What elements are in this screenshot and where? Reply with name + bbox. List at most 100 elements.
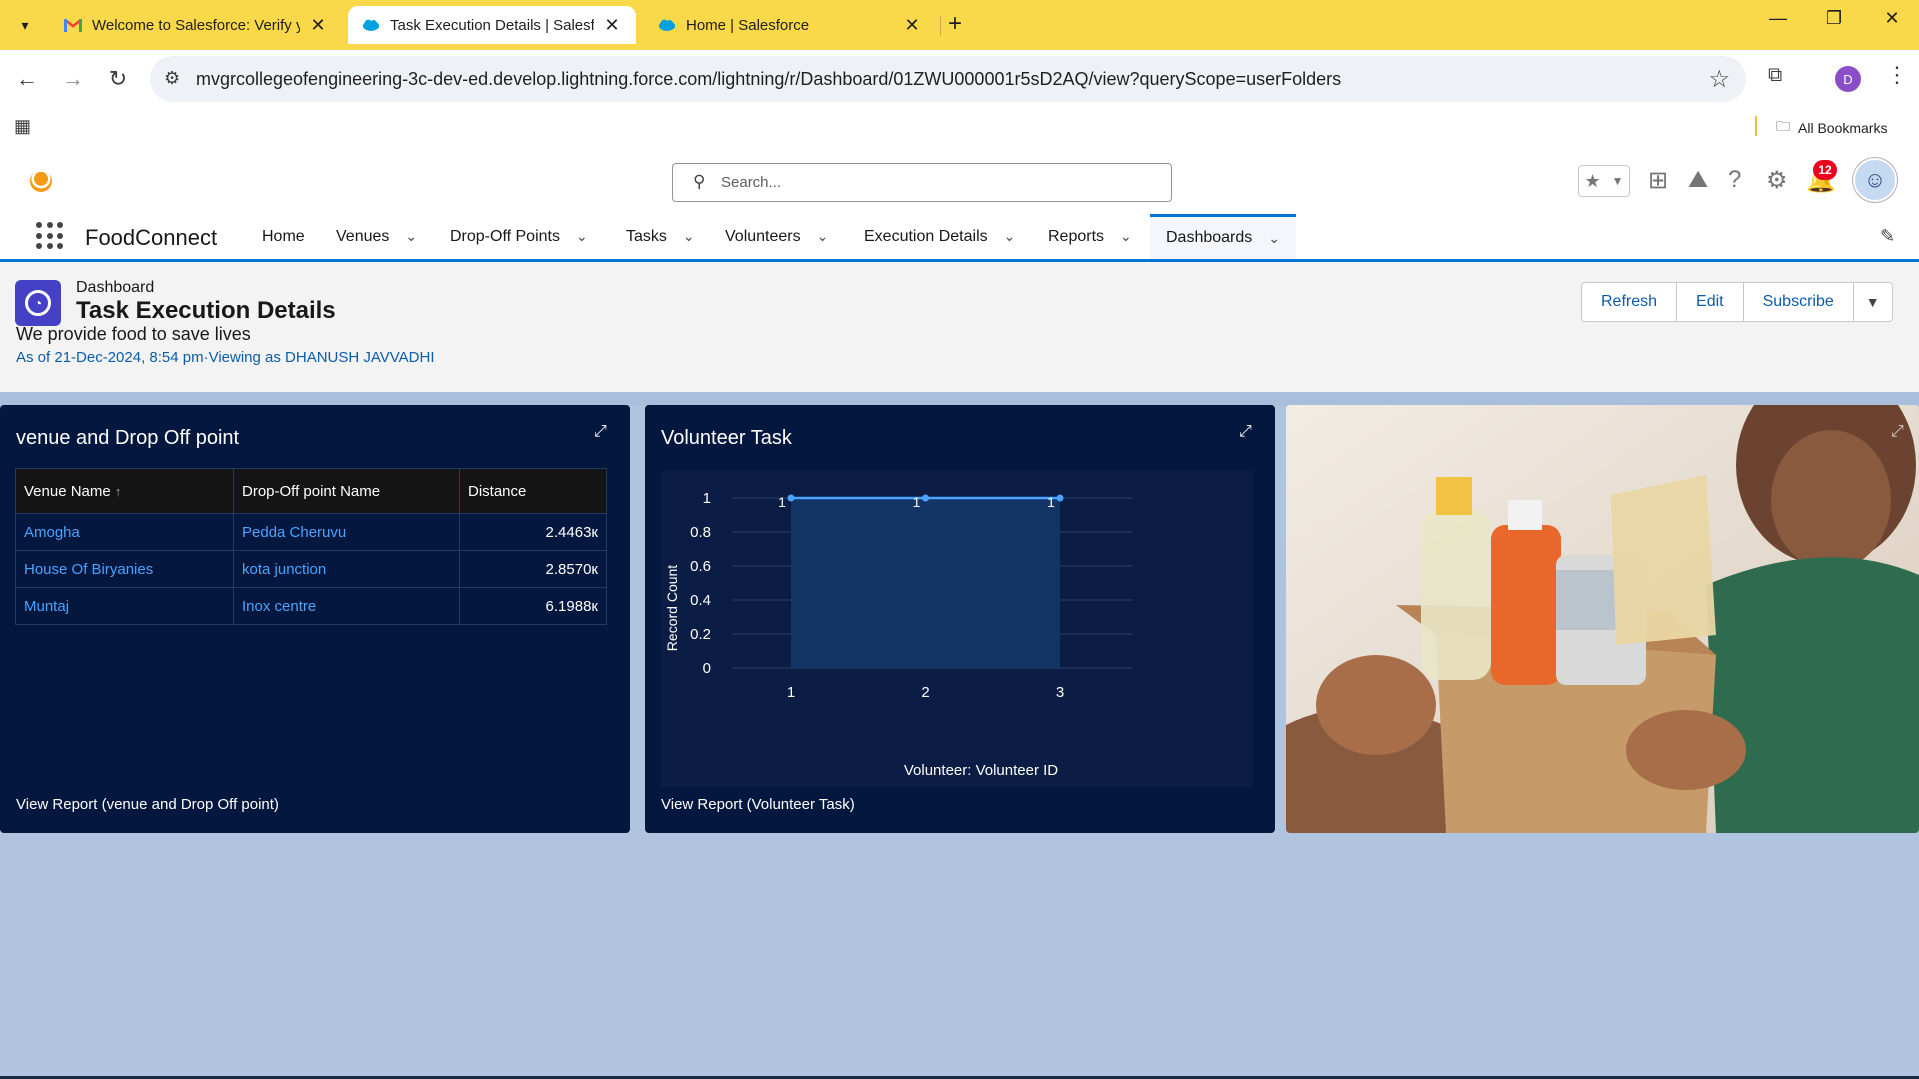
url-input[interactable]: ⚙ mvgrcollegeofengineering-3c-dev-ed.dev… [150, 56, 1746, 102]
all-bookmarks[interactable]: 🗀 All Bookmarks [1776, 116, 1887, 140]
chevron-down-icon[interactable]: ⌄ [405, 228, 417, 245]
tab-search-icon[interactable]: ▾ [12, 12, 38, 38]
notification-badge: 12 [1813, 160, 1837, 180]
expand-icon[interactable]: ⤢ [1239, 423, 1252, 441]
drop-off-link[interactable]: Pedda Cheruvu [233, 513, 460, 551]
back-icon[interactable]: ← [12, 64, 42, 94]
dashboard-meta: As of 21-Dec-2024, 8:54 pm·Viewing as DH… [16, 349, 435, 366]
window-close-icon[interactable]: ✕ [1872, 8, 1912, 29]
food-box-illustration [1286, 405, 1919, 833]
favorites-button[interactable]: ★ ▼ [1578, 165, 1630, 197]
expand-icon[interactable]: ⤢ [594, 423, 607, 441]
nav-drop-off-points[interactable]: Drop-Off Points ⌄ [450, 214, 588, 259]
sf-global-header: ⚲ Search... ★ ▼ ⊞ ⛰ ? ⚙ 🔔 12 ☺ [0, 142, 1919, 214]
venue-link[interactable]: House Of Biryanies [15, 550, 234, 588]
nav-execution-details[interactable]: Execution Details ⌄ [864, 214, 1015, 259]
dashboard-description: We provide food to save lives [16, 324, 251, 344]
drop-off-link[interactable]: Inox centre [233, 587, 460, 625]
address-bar: ← → ↻ ⚙ mvgrcollegeofengineering-3c-dev-… [0, 50, 1919, 108]
nav-label: Volunteers [725, 227, 801, 245]
user-avatar[interactable]: ☺ [1853, 158, 1897, 202]
chevron-down-icon[interactable]: ⌄ [817, 228, 829, 245]
page-title: Task Execution Details [76, 297, 336, 324]
view-report-link[interactable]: View Report (Volunteer Task) [661, 796, 855, 813]
data-label: 1 [913, 494, 921, 510]
all-bookmarks-label: All Bookmarks [1798, 120, 1888, 136]
drop-off-link[interactable]: kota junction [233, 550, 460, 588]
nav-tasks[interactable]: Tasks ⌄ [626, 214, 695, 259]
close-icon[interactable]: ✕ [602, 15, 622, 36]
column-header[interactable]: Venue Name ↑ [15, 468, 234, 514]
edit-nav-icon[interactable]: ✎ [1880, 226, 1895, 247]
tab-task-execution[interactable]: Task Execution Details | Salesfor ✕ [348, 6, 636, 44]
bookmarks-bar: ▦ 🗀 All Bookmarks [0, 108, 1919, 142]
nav-reports[interactable]: Reports ⌄ [1048, 214, 1132, 259]
widget-title: Volunteer Task [661, 427, 792, 449]
column-header[interactable]: Drop-Off point Name [233, 468, 460, 514]
tab-home-salesforce[interactable]: Home | Salesforce ✕ [644, 6, 936, 44]
chevron-down-icon[interactable]: ⌄ [1004, 228, 1016, 245]
venue-link[interactable]: Amogha [15, 513, 234, 551]
minimize-icon[interactable]: — [1758, 8, 1798, 29]
trailhead-icon[interactable]: ⛰ [1688, 166, 1708, 194]
expand-icon[interactable]: ⤢ [1891, 423, 1904, 441]
bookmark-star-icon[interactable]: ☆ [1708, 65, 1730, 94]
browser-menu-icon[interactable]: ⋮ [1886, 62, 1908, 88]
site-settings-icon[interactable]: ⚙ [164, 68, 180, 89]
distance-cell: 2.4463к [459, 513, 607, 551]
forward-icon[interactable]: → [58, 64, 88, 94]
sort-arrow-icon: ↑ [114, 483, 122, 499]
browser-tab-bar: ▾ Welcome to Salesforce: Verify y ✕ Task… [0, 0, 1919, 50]
data-label: 1 [778, 494, 786, 510]
gear-icon[interactable]: ⚙ [1766, 166, 1788, 195]
y-tick-label: 0.4 [690, 592, 711, 609]
app-name: FoodConnect [85, 225, 218, 250]
more-actions-button[interactable]: ▼ [1854, 283, 1892, 321]
nav-dashboards[interactable]: Dashboards ⌄ [1150, 214, 1297, 259]
edit-button[interactable]: Edit [1677, 283, 1744, 321]
volunteer-task-chart[interactable]: 0 0.2 0.4 0.6 0.8 1 1 1 1 2 1 3 Volunteer: Volunteer… [661, 470, 1253, 787]
org-logo[interactable] [30, 170, 52, 192]
salesforce-cloud-icon [658, 16, 676, 34]
x-tick-label: 1 [787, 684, 795, 701]
nav-label: Dashboards [1166, 229, 1253, 246]
view-report-link[interactable]: View Report (venue and Drop Off point) [16, 796, 279, 813]
refresh-button[interactable]: Refresh [1582, 283, 1678, 321]
venue-table: Venue Name ↑ Drop-Off point Name Distanc… [15, 468, 607, 625]
search-placeholder: Search... [721, 174, 782, 191]
chevron-down-icon[interactable]: ⌄ [1120, 228, 1132, 245]
nav-label: Drop-Off Points [450, 227, 560, 245]
nav-venues[interactable]: Venues ⌄ [336, 214, 417, 259]
global-search-input[interactable]: ⚲ Search... [672, 163, 1172, 202]
x-axis-label: Volunteer: Volunteer ID [904, 762, 1058, 779]
new-tab-icon[interactable]: + [948, 10, 962, 38]
close-icon[interactable]: ✕ [308, 15, 328, 36]
tab-gmail[interactable]: Welcome to Salesforce: Verify y ✕ [50, 6, 342, 44]
nav-label: Home [262, 227, 305, 245]
extensions-icon[interactable]: ⧉ [1768, 64, 1782, 87]
help-icon[interactable]: ? [1728, 166, 1741, 194]
profile-avatar[interactable]: D [1835, 66, 1861, 92]
reload-icon[interactable]: ↻ [103, 64, 133, 94]
apps-grid-icon[interactable]: ▦ [14, 116, 31, 137]
global-actions-icon[interactable]: ⊞ [1648, 166, 1668, 195]
dashboard-actions: Refresh Edit Subscribe ▼ [1581, 282, 1893, 322]
nav-home[interactable]: Home [262, 214, 305, 259]
restore-icon[interactable]: ❐ [1814, 8, 1854, 29]
chevron-down-icon[interactable]: ⌄ [683, 228, 695, 245]
chevron-down-icon: ▼ [1611, 174, 1624, 188]
close-icon[interactable]: ✕ [902, 15, 922, 36]
gmail-icon [64, 16, 82, 34]
subscribe-button[interactable]: Subscribe [1744, 283, 1854, 321]
widget-title: venue and Drop Off point [16, 427, 240, 449]
nav-volunteers[interactable]: Volunteers ⌄ [725, 214, 828, 259]
x-tick-label: 2 [921, 684, 929, 701]
column-header[interactable]: Distance [459, 468, 607, 514]
chevron-down-icon[interactable]: ⌄ [1268, 230, 1280, 247]
app-navigation: FoodConnect Home Venues ⌄ Drop-Off Points… [0, 214, 1919, 262]
app-launcher-icon[interactable] [36, 222, 64, 250]
bookmark-separator [1755, 116, 1757, 136]
venue-link[interactable]: Muntaj [15, 587, 234, 625]
chevron-down-icon[interactable]: ⌄ [576, 228, 588, 245]
nav-label: Venues [336, 227, 390, 245]
